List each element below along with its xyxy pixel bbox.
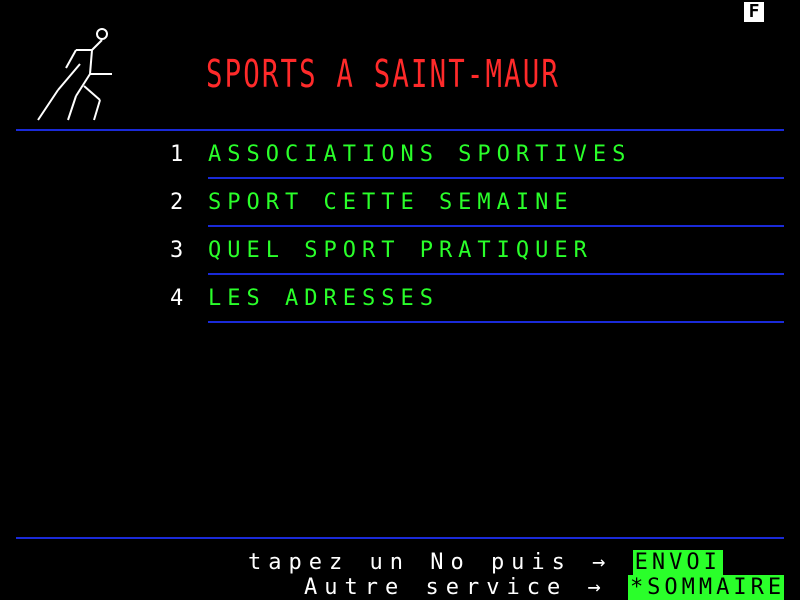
footer-instruction-text: Autre service	[304, 575, 568, 600]
footer-instruction-text: tapez un No puis	[248, 550, 572, 575]
menu-item-quel-sport[interactable]: 3 QUEL SPORT PRATIQUER	[16, 228, 784, 276]
menu-item-number: 4	[170, 286, 184, 311]
menu-item-label: QUEL SPORT PRATIQUER	[208, 238, 593, 263]
menu-divider	[208, 225, 784, 227]
sommaire-key[interactable]: *SOMMAIRE	[627, 575, 784, 600]
menu-item-associations[interactable]: 1 ASSOCIATIONS SPORTIVES	[16, 132, 784, 180]
menu-item-label: SPORT CETTE SEMAINE	[208, 190, 574, 215]
footer-instruction-sommaire: Autre service → *SOMMAIRE	[304, 575, 784, 600]
menu-item-label: LES ADRESSES	[208, 286, 439, 311]
minitel-screen: F SPORTS A SAINT-MAUR 1 ASSOCIATIONS SPO…	[16, 0, 784, 600]
arrow-right-icon: →	[592, 550, 613, 575]
menu-item-sport-semaine[interactable]: 2 SPORT CETTE SEMAINE	[16, 180, 784, 228]
running-man-icon	[37, 28, 112, 121]
menu-item-adresses[interactable]: 4 LES ADRESSES	[16, 276, 784, 324]
footer-instruction-envoi: tapez un No puis → ENVOI	[248, 550, 723, 575]
arrow-right-icon: →	[587, 575, 608, 600]
menu-divider	[208, 321, 784, 323]
menu-item-label: ASSOCIATIONS SPORTIVES	[208, 142, 632, 167]
menu-divider	[208, 273, 784, 275]
menu-item-number: 3	[170, 238, 184, 263]
menu-item-number: 2	[170, 190, 184, 215]
menu-item-number: 1	[170, 142, 184, 167]
mode-indicator: F	[744, 2, 764, 22]
footer-divider	[16, 537, 784, 539]
menu-divider	[208, 177, 784, 179]
envoi-key[interactable]: ENVOI	[632, 550, 723, 575]
header-divider	[16, 129, 784, 131]
page-title: SPORTS A SAINT-MAUR	[206, 52, 561, 96]
